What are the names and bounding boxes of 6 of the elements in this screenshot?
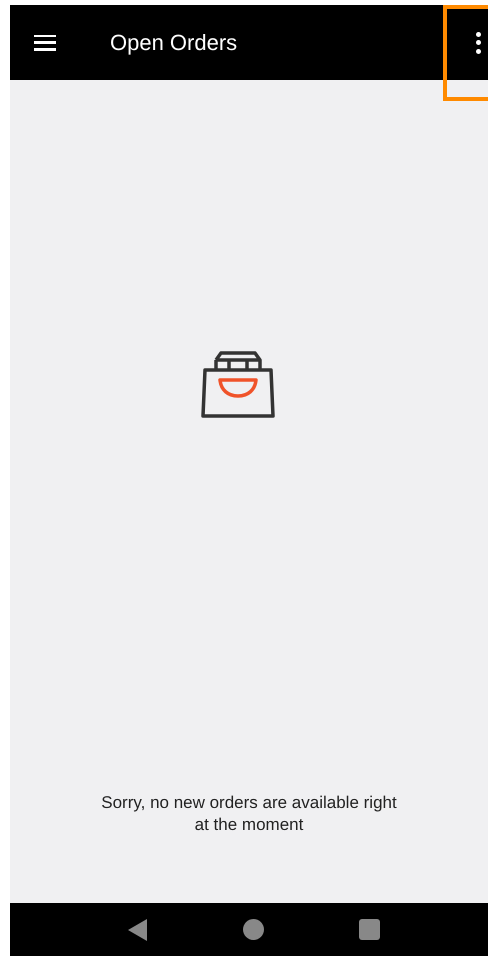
more-options-icon[interactable] <box>474 32 482 54</box>
screen-title: Open Orders <box>110 29 238 57</box>
back-icon[interactable] <box>128 918 148 940</box>
menu-icon[interactable] <box>34 34 56 50</box>
home-icon[interactable] <box>243 919 264 940</box>
empty-message: Sorry, no new orders are available right at the moment <box>100 792 398 836</box>
